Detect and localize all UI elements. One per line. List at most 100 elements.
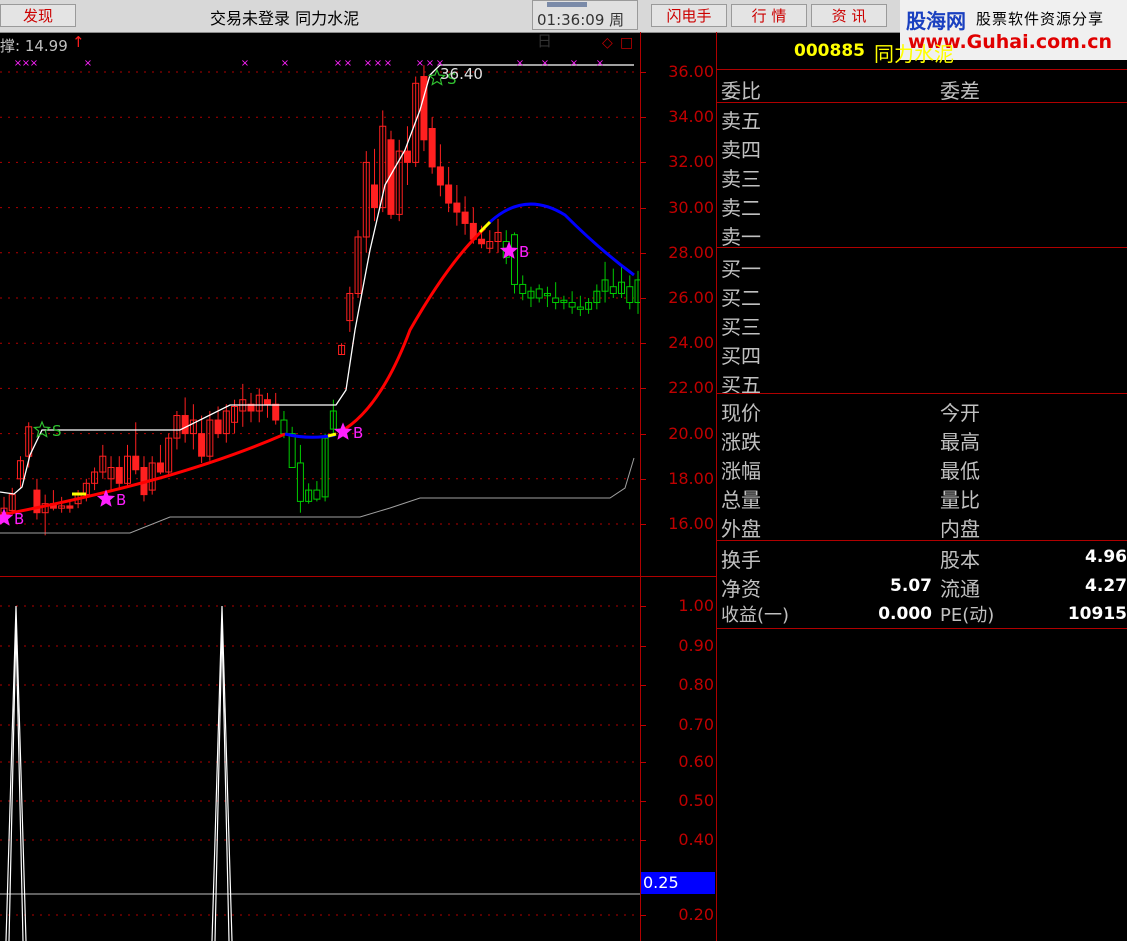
sell-level-label-4: 卖一 [721, 225, 761, 249]
signal-star-icon [32, 420, 52, 438]
signal-letter: B [353, 424, 363, 442]
diamond-icon[interactable]: ◇ [602, 35, 613, 51]
signal-cross-icon: × [416, 58, 424, 69]
candle-body [132, 455, 140, 471]
indicator-tick-label: 0.40 [678, 830, 714, 849]
indicator-tick [640, 915, 646, 916]
resistance-line [0, 64, 634, 495]
quote-divider-3 [717, 247, 1127, 248]
stat-left-label-2: 涨幅 [721, 459, 761, 483]
indicator-tick [640, 646, 646, 647]
chart-up-arrow-icon: ↑ [72, 33, 85, 51]
candle-body [510, 234, 518, 285]
candle-body [403, 150, 411, 163]
candle-body [519, 283, 527, 294]
price-tick [640, 252, 646, 254]
peak-price-label: 36.40 [440, 65, 483, 83]
buy-level-label-3: 买四 [721, 344, 761, 368]
ma-transition-segment [327, 432, 337, 438]
discover-button[interactable]: 发现 [0, 4, 76, 27]
stock-name: 同力水泥 [874, 42, 954, 66]
order-ratio-label: 委比 [721, 79, 761, 103]
candle-body [263, 399, 271, 405]
stat-right-label-2: 最低 [940, 459, 980, 483]
stat-right-label-1: 最高 [940, 430, 980, 454]
candle-body [156, 462, 164, 473]
signal-cross-icon: × [30, 58, 38, 69]
clock: 01:36:09 周日 [532, 0, 638, 50]
price-tick-label: 30.00 [668, 197, 714, 217]
signal-letter: B [519, 243, 529, 261]
quote-divider-1 [717, 69, 1127, 70]
indicator-tick-label: 0.60 [678, 752, 714, 771]
indicator-divider [0, 576, 716, 577]
chart-right-border [640, 32, 641, 941]
turnover-label: 换手 [721, 548, 761, 572]
candle-body [313, 489, 321, 500]
indicator-tick [640, 762, 646, 763]
indicator-tick-label: 0.80 [678, 675, 714, 694]
candle-body [280, 419, 288, 435]
signal-cross-icon: × [334, 58, 342, 69]
candle-body [568, 302, 576, 308]
price-tick [640, 388, 646, 390]
candle-body [461, 211, 469, 224]
candle-body [371, 184, 379, 209]
candle-body [428, 128, 436, 168]
candle-body [609, 286, 617, 294]
pe-value: 10915 [1067, 604, 1127, 624]
eps-label: 收益(一) [721, 605, 790, 626]
stock-code: 000885 [794, 41, 865, 61]
candle-body [626, 286, 634, 304]
price-tick [640, 433, 646, 435]
indicator-tick-label: 0.50 [678, 791, 714, 810]
indicator-spike [211, 605, 233, 941]
quote-divider-6 [717, 628, 1127, 629]
kline-chart[interactable]: × × × × × × × × × × × × × × × × × ×SBBBSB36.40 [0, 32, 640, 941]
stat-left-label-1: 涨跌 [721, 430, 761, 454]
sell-level-label-1: 卖四 [721, 138, 761, 162]
eps-value: 0.000 [878, 604, 932, 624]
price-tick-label: 32.00 [668, 152, 714, 172]
pe-label: PE(动) [940, 605, 995, 626]
stat-left-label-0: 现价 [721, 401, 761, 425]
order-diff-label: 委差 [940, 79, 980, 103]
signal-cross-icon: × [241, 58, 249, 69]
price-tick [640, 298, 646, 299]
stat-right-label-3: 量比 [940, 488, 980, 512]
signal-cross-icon: × [541, 58, 549, 69]
candle-body [272, 403, 280, 421]
signal-cross-icon: × [426, 58, 434, 69]
candle-body [453, 202, 461, 213]
candle-body [535, 288, 543, 299]
candle-body [288, 433, 296, 469]
indicator-tick-label: 0.90 [678, 636, 714, 655]
net-asset-label: 净资 [721, 577, 761, 601]
buy-level-label-2: 买三 [721, 315, 761, 339]
candle-body [66, 505, 74, 509]
flash-trade-button[interactable]: 闪电手 [651, 4, 727, 27]
indicator-tick [640, 840, 646, 841]
float-value: 4.27 [1085, 576, 1127, 596]
market-button[interactable]: 行 情 [731, 4, 807, 27]
signal-cross-icon: × [384, 58, 392, 69]
window-icon[interactable]: □ [620, 35, 633, 51]
candle-body [296, 462, 304, 502]
price-tick [640, 343, 646, 345]
signal-cross-icon: × [596, 58, 604, 69]
stat-left-label-4: 外盘 [721, 517, 761, 541]
indicator-tick [640, 725, 646, 726]
indicator-tick-label: 0.70 [678, 715, 714, 734]
news-button[interactable]: 资 讯 [811, 4, 887, 27]
price-tick [640, 117, 646, 119]
activity-indicator [547, 2, 587, 7]
shares-label: 股本 [940, 548, 980, 572]
signal-cross-icon: × [374, 58, 382, 69]
sell-level-label-2: 卖三 [721, 167, 761, 191]
price-tick-label: 18.00 [668, 468, 714, 488]
price-tick-label: 24.00 [668, 333, 714, 353]
candle-body [478, 238, 486, 245]
candle-body [214, 419, 222, 435]
indicator-tick [640, 801, 646, 802]
price-tick-label: 34.00 [668, 107, 714, 127]
